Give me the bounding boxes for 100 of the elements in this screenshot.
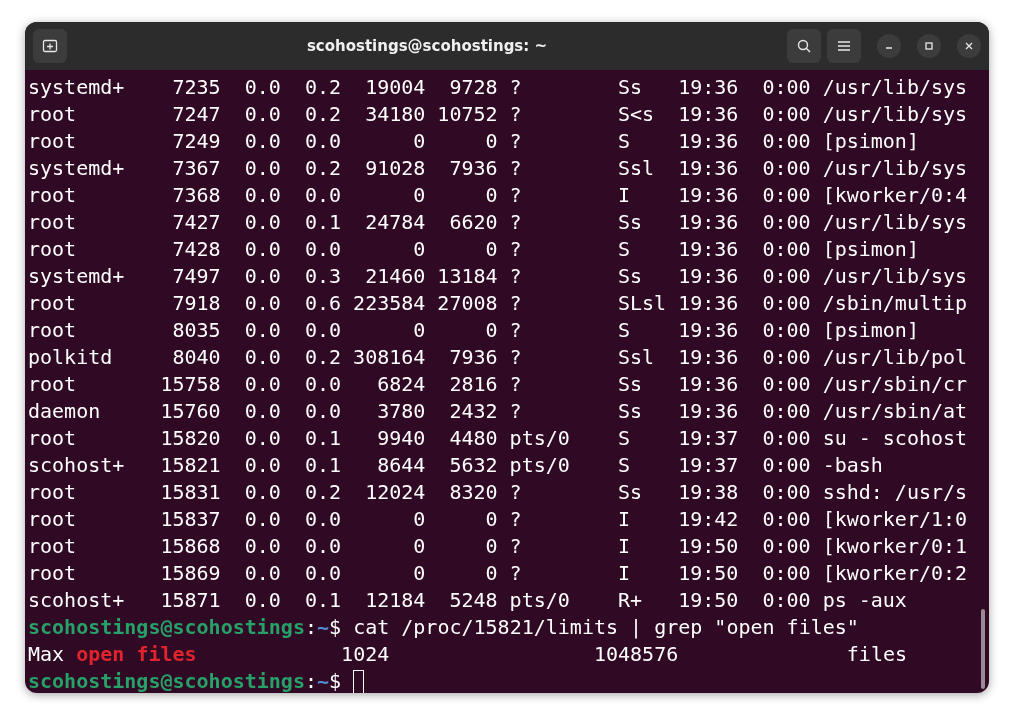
new-tab-button[interactable] xyxy=(33,29,67,63)
scrollbar[interactable] xyxy=(981,609,985,689)
process-field: 0.0 xyxy=(220,425,281,452)
process-field: 0:00 xyxy=(738,155,811,182)
process-field: S xyxy=(617,236,667,263)
process-field: polkitd xyxy=(28,344,125,371)
process-field: S xyxy=(617,128,667,155)
process-field: 19:36 xyxy=(678,290,739,317)
process-field: 7918 xyxy=(124,290,221,317)
process-field: systemd+ xyxy=(28,263,125,290)
process-field: root xyxy=(28,533,125,560)
menu-icon xyxy=(837,40,851,52)
prompt-symbol: $ xyxy=(329,614,342,641)
process-field: 0.1 xyxy=(280,425,342,452)
prompt-separator: : xyxy=(304,668,317,693)
process-field: pts/0 xyxy=(509,452,606,479)
process-field: 7497 xyxy=(124,263,221,290)
process-field: systemd+ xyxy=(28,155,125,182)
process-field: 223584 xyxy=(341,290,426,317)
process-field: 19:36 xyxy=(678,263,739,290)
process-field: ? xyxy=(509,263,606,290)
process-field: 7428 xyxy=(124,236,221,263)
process-field: 0:00 xyxy=(738,398,811,425)
process-field: 8644 xyxy=(341,452,426,479)
process-field: 7427 xyxy=(124,209,221,236)
process-field: 0 xyxy=(425,182,498,209)
process-field: 0.0 xyxy=(220,290,281,317)
process-field: 0 xyxy=(341,128,426,155)
menu-button[interactable] xyxy=(827,29,861,63)
process-field: 0.3 xyxy=(280,263,342,290)
process-field: 0.1 xyxy=(280,452,342,479)
process-field: 0.0 xyxy=(220,155,281,182)
process-field: 2432 xyxy=(425,398,498,425)
process-field: ? xyxy=(509,344,606,371)
process-field: 0 xyxy=(425,533,498,560)
process-field: 13184 xyxy=(425,263,498,290)
process-field: 0 xyxy=(425,317,498,344)
new-tab-icon xyxy=(42,38,58,54)
process-field: 0.0 xyxy=(220,560,281,587)
process-field: 15831 xyxy=(124,479,221,506)
process-field: 7936 xyxy=(425,155,498,182)
process-field: 0:00 xyxy=(738,479,811,506)
process-field: ? xyxy=(509,290,606,317)
process-field: 15821 xyxy=(124,452,221,479)
process-field: 0.0 xyxy=(280,182,342,209)
process-field: root xyxy=(28,290,125,317)
process-field: 12184 xyxy=(341,587,426,614)
process-command: /usr/sbin/at xyxy=(822,398,968,425)
process-field: scohost+ xyxy=(28,452,125,479)
process-field: 0:00 xyxy=(738,560,811,587)
process-field: 19:36 xyxy=(678,209,739,236)
process-command: /usr/lib/sys xyxy=(822,101,968,128)
process-field: ? xyxy=(509,371,606,398)
process-field: 0:00 xyxy=(738,290,811,317)
process-field: 0 xyxy=(341,533,426,560)
process-field: Ss xyxy=(617,371,667,398)
output-text: Max xyxy=(28,641,66,668)
process-field: 19:36 xyxy=(678,371,739,398)
process-field: 8035 xyxy=(124,317,221,344)
process-field: 15760 xyxy=(124,398,221,425)
process-field: ? xyxy=(509,317,606,344)
process-field: 27008 xyxy=(425,290,498,317)
process-field: 7368 xyxy=(124,182,221,209)
process-command: /usr/lib/pol xyxy=(822,344,968,371)
prompt-separator: : xyxy=(304,614,317,641)
process-field: ? xyxy=(509,506,606,533)
process-field: S xyxy=(617,317,667,344)
process-field: pts/0 xyxy=(509,587,606,614)
process-field: 12024 xyxy=(341,479,426,506)
process-field: ? xyxy=(509,182,606,209)
process-field: 91028 xyxy=(341,155,426,182)
process-field: 15868 xyxy=(124,533,221,560)
process-field: 308164 xyxy=(341,344,426,371)
process-field: 15758 xyxy=(124,371,221,398)
match-highlight: open files xyxy=(76,641,197,668)
process-command: [psimon] xyxy=(822,128,919,155)
process-field: 0 xyxy=(341,560,426,587)
process-field: 0.0 xyxy=(280,398,342,425)
process-field: 0 xyxy=(425,560,498,587)
minimize-button[interactable] xyxy=(877,34,901,58)
process-field: 0:00 xyxy=(738,101,811,128)
process-field: 0.0 xyxy=(280,371,342,398)
process-field: 0 xyxy=(425,236,498,263)
process-field: 19:36 xyxy=(678,317,739,344)
process-field: Ss xyxy=(617,398,667,425)
search-button[interactable] xyxy=(787,29,821,63)
process-command: /usr/lib/sys xyxy=(822,209,968,236)
process-field: 15869 xyxy=(124,560,221,587)
process-field: 0.0 xyxy=(220,263,281,290)
process-field: 7936 xyxy=(425,344,498,371)
process-field: ? xyxy=(509,74,606,101)
maximize-button[interactable] xyxy=(917,34,941,58)
process-field: ? xyxy=(509,101,606,128)
process-field: 19:36 xyxy=(678,236,739,263)
process-command: /usr/lib/sys xyxy=(822,263,968,290)
process-field: 0:00 xyxy=(738,452,811,479)
close-button[interactable] xyxy=(957,34,981,58)
process-command: [kworker/0:4 xyxy=(822,182,968,209)
process-field: SLsl xyxy=(617,290,667,317)
process-field: ? xyxy=(509,155,606,182)
